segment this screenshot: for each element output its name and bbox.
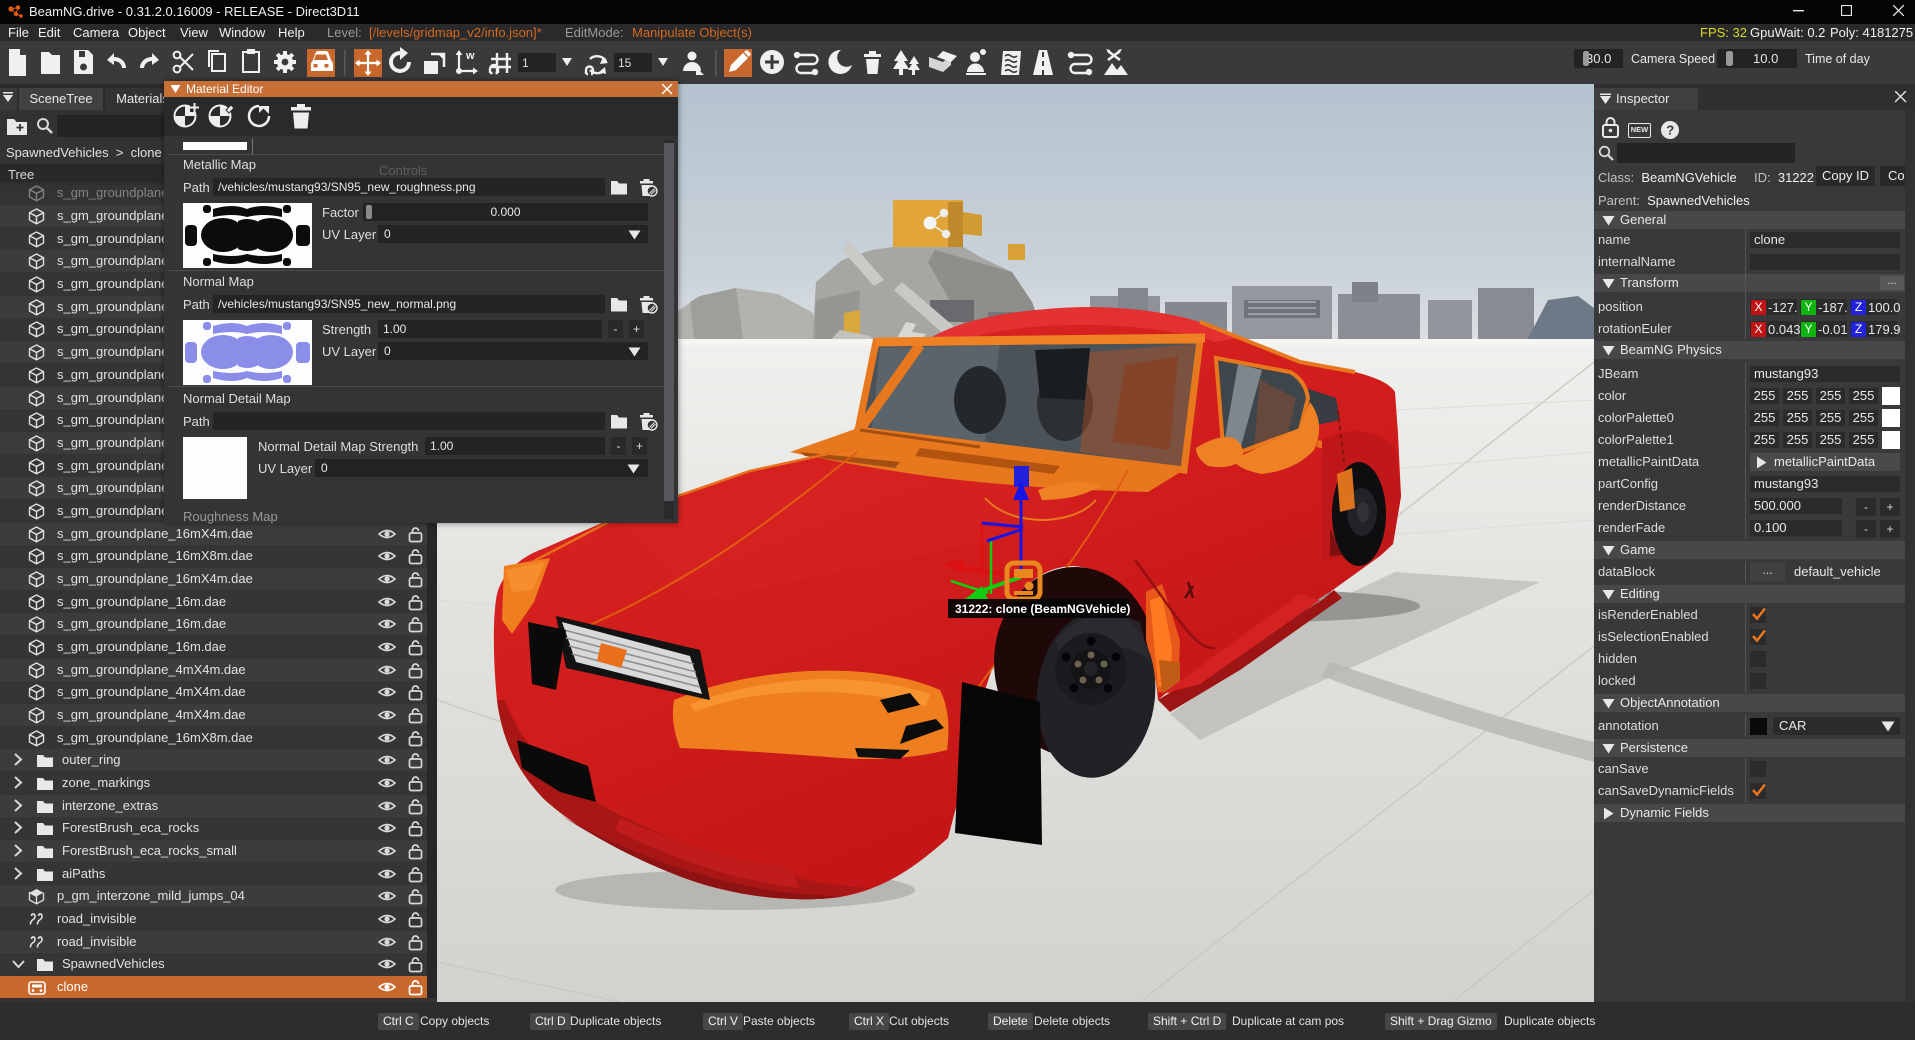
svg-text:10.0: 10.0 [1753,51,1778,66]
svg-text:?: ? [1666,123,1674,138]
svg-text:Time of day: Time of day [1805,52,1871,66]
svg-text:Camera Speed: Camera Speed [1631,52,1715,66]
svg-text:1: 1 [522,56,529,70]
svg-text:15: 15 [618,56,632,70]
svg-text:w: w [465,50,475,62]
svg-text:31222: clone (BeamNGVehicle): 31222: clone (BeamNGVehicle) [955,602,1130,616]
svg-text:30.0: 30.0 [1586,51,1611,66]
